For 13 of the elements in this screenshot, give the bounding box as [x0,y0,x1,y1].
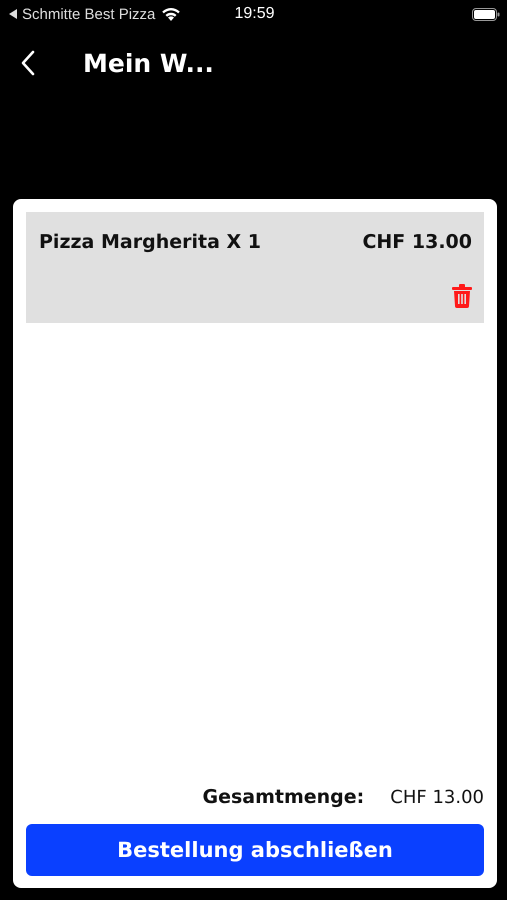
battery-icon [472,8,500,20]
page-title: Mein W... [83,48,214,78]
back-to-app-link[interactable]: Schmitte Best Pizza [22,6,156,22]
delete-button[interactable] [452,284,472,308]
item-price: CHF 13.00 [362,231,472,253]
clock-time: 19:59 [234,5,275,23]
total-label: Gesamtmenge: [202,786,364,808]
checkout-button[interactable]: Bestellung abschließen [26,824,484,876]
item-name: Pizza Margherita X 1 [39,231,261,253]
wifi-icon [161,6,182,22]
total-value: CHF 13.00 [390,786,484,808]
back-triangle-icon[interactable] [9,9,17,19]
back-button[interactable] [21,50,35,76]
